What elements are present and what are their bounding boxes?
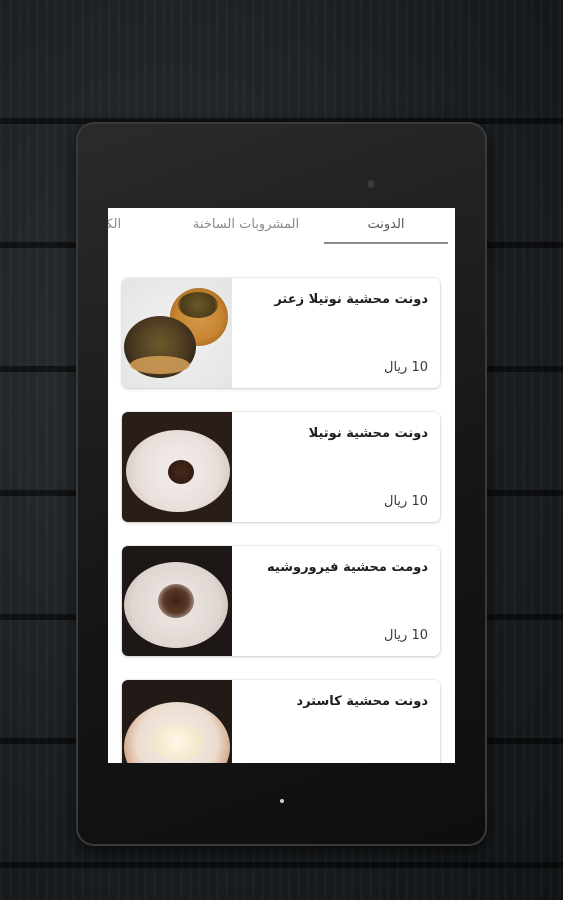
product-card[interactable]: دونت محشية كاسترد xyxy=(122,680,440,763)
product-price: 10 ريال xyxy=(384,628,428,643)
product-card[interactable]: دونت محشية نوتيلا زعتر 10 ريال xyxy=(122,278,440,388)
product-title: دونت محشية كاسترد xyxy=(296,694,428,709)
product-title: دونت محشية نوتيلا xyxy=(308,426,428,441)
category-tabs: الدونت المشروبات الساخنة الكرو xyxy=(108,208,455,248)
product-title: دومت محشية فيروروشيه xyxy=(267,560,428,575)
app-screen: الدونت المشروبات الساخنة الكرو دونت محشي… xyxy=(108,208,455,763)
product-card[interactable]: دونت محشية نوتيلا 10 ريال xyxy=(122,412,440,522)
product-price: 10 ريال xyxy=(384,494,428,509)
tab-croissant[interactable]: الكرو xyxy=(108,208,148,248)
donut-zaatar-image xyxy=(122,278,232,388)
donut-nutella-image xyxy=(122,412,232,522)
tab-hot-drinks[interactable]: المشروبات الساخنة xyxy=(184,208,308,248)
product-title: دونت محشية نوتيلا زعتر xyxy=(274,292,428,307)
donut-ferrero-image xyxy=(122,546,232,656)
front-camera xyxy=(366,179,376,189)
donut-custard-image xyxy=(122,680,232,763)
product-price: 10 ريال xyxy=(384,360,428,375)
home-indicator xyxy=(280,799,284,803)
active-tab-indicator xyxy=(324,242,448,244)
product-card[interactable]: دومت محشية فيروروشيه 10 ريال xyxy=(122,546,440,656)
